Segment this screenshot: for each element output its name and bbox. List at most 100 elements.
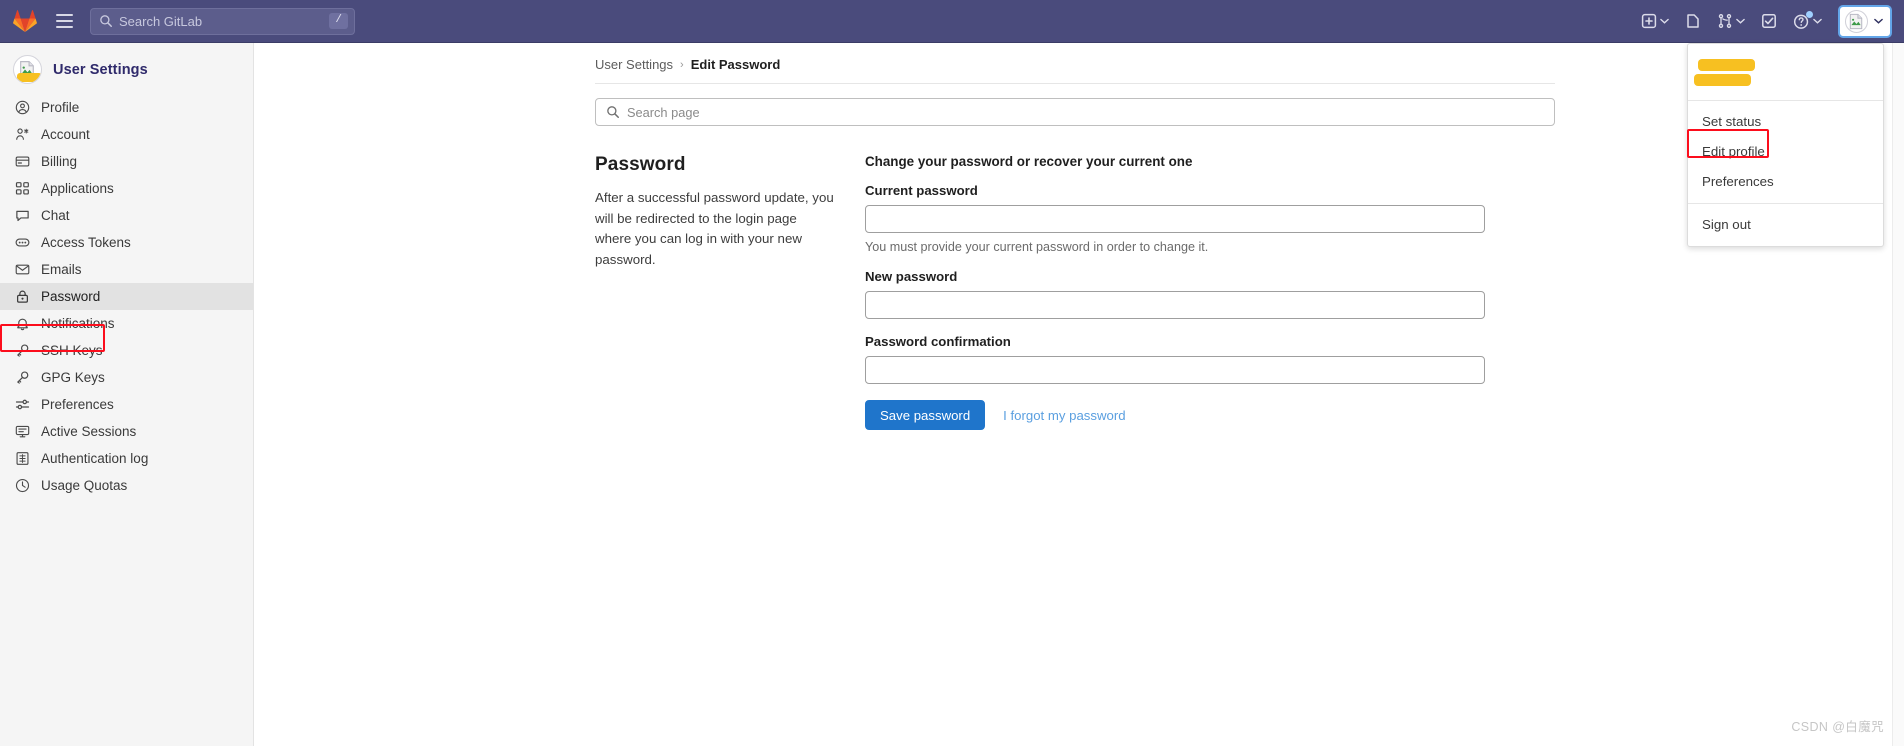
token-dots-icon bbox=[14, 235, 30, 251]
sidebar-item-authentication-log[interactable]: Authentication log bbox=[0, 445, 253, 472]
sidebar-item-label: GPG Keys bbox=[41, 370, 105, 385]
new-password-input[interactable] bbox=[865, 291, 1485, 319]
field-new-password: New password bbox=[865, 269, 1485, 319]
issues-button[interactable] bbox=[1678, 6, 1708, 36]
sidebar-item-label: Profile bbox=[41, 100, 80, 115]
sidebar-item-gpg-keys[interactable]: GPG Keys bbox=[0, 364, 253, 391]
merge-requests-button[interactable] bbox=[1710, 6, 1752, 36]
dropdown-item-set-status[interactable]: Set status bbox=[1688, 107, 1883, 137]
help-notification-dot-icon bbox=[1806, 11, 1813, 18]
plus-square-icon bbox=[1641, 13, 1657, 29]
todo-checkbox-icon bbox=[1762, 14, 1776, 28]
main-content: User Settings › Edit Password Search pag… bbox=[254, 43, 1884, 746]
breadcrumb: User Settings › Edit Password bbox=[595, 57, 1555, 84]
vertical-scrollbar[interactable] bbox=[1892, 43, 1904, 746]
account-key-icon bbox=[14, 127, 30, 143]
settings-section: Password After a successful password upd… bbox=[595, 154, 1595, 430]
chevron-down-icon bbox=[1813, 18, 1822, 24]
section-description-column: Password After a successful password upd… bbox=[595, 154, 865, 430]
user-settings-sidebar: User Settings Profile Account Billing Ap… bbox=[0, 43, 254, 746]
sidebar-item-label: Usage Quotas bbox=[41, 478, 128, 493]
sidebar-item-profile[interactable]: Profile bbox=[0, 94, 253, 121]
sidebar-item-label: Password bbox=[41, 289, 101, 304]
sidebar-item-password[interactable]: Password bbox=[0, 283, 253, 310]
field-password-confirmation: Password confirmation bbox=[865, 334, 1485, 384]
sidebar-item-ssh-keys[interactable]: SSH Keys bbox=[0, 337, 253, 364]
key-icon bbox=[14, 343, 30, 359]
sidebar-item-notifications[interactable]: Notifications bbox=[0, 310, 253, 337]
new-password-label: New password bbox=[865, 269, 958, 284]
merge-request-icon bbox=[1718, 14, 1732, 29]
chevron-down-icon bbox=[1874, 18, 1883, 24]
sidebar-item-applications[interactable]: Applications bbox=[0, 175, 253, 202]
redaction-mark bbox=[17, 73, 41, 82]
sidebar-item-usage-quotas[interactable]: Usage Quotas bbox=[0, 472, 253, 499]
monitor-icon bbox=[14, 424, 30, 440]
sidebar-item-label: Notifications bbox=[41, 316, 115, 331]
forgot-password-link[interactable]: I forgot my password bbox=[1003, 408, 1125, 423]
sidebar-item-label: Access Tokens bbox=[41, 235, 131, 250]
page-title: Password bbox=[595, 154, 686, 175]
dropdown-signout-group: Sign out bbox=[1688, 204, 1883, 246]
breadcrumb-separator: › bbox=[680, 58, 684, 71]
form-actions: Save password I forgot my password bbox=[865, 400, 1485, 430]
password-confirmation-label: Password confirmation bbox=[865, 334, 1011, 349]
search-icon bbox=[607, 106, 619, 118]
sidebar-item-billing[interactable]: Billing bbox=[0, 148, 253, 175]
sidebar-item-label: Emails bbox=[41, 262, 82, 277]
watermark: CSDN @白魔咒 bbox=[1791, 720, 1884, 734]
gitlab-logo-icon[interactable] bbox=[10, 6, 40, 36]
search-placeholder: Search GitLab bbox=[119, 13, 203, 29]
dropdown-user-info bbox=[1688, 44, 1883, 101]
log-list-icon bbox=[14, 451, 30, 467]
user-menu-button[interactable] bbox=[1838, 4, 1892, 38]
sidebar-nav-list: Profile Account Billing Applications Cha… bbox=[0, 94, 253, 499]
applications-grid-icon bbox=[14, 181, 30, 197]
current-password-label: Current password bbox=[865, 183, 978, 198]
form-legend: Change your password or recover your cur… bbox=[865, 154, 1193, 169]
sidebar-item-chat[interactable]: Chat bbox=[0, 202, 253, 229]
sidebar-item-label: Chat bbox=[41, 208, 70, 223]
create-new-button[interactable] bbox=[1634, 6, 1676, 36]
navbar-actions bbox=[1634, 0, 1892, 43]
sidebar-item-label: Applications bbox=[41, 181, 114, 196]
page-search-placeholder: Search page bbox=[627, 104, 700, 120]
breadcrumb-current: Edit Password bbox=[690, 57, 781, 72]
dropdown-menu-group: Set status Edit profile Preferences bbox=[1688, 101, 1883, 203]
page-search-input[interactable]: Search page bbox=[595, 98, 1555, 126]
sidebar-item-preferences[interactable]: Preferences bbox=[0, 391, 253, 418]
redaction-mark bbox=[1698, 59, 1755, 71]
sidebar-item-active-sessions[interactable]: Active Sessions bbox=[0, 418, 253, 445]
chevron-down-icon bbox=[1660, 18, 1669, 24]
dropdown-item-preferences[interactable]: Preferences bbox=[1688, 167, 1883, 197]
dropdown-item-sign-out[interactable]: Sign out bbox=[1688, 210, 1883, 240]
password-confirmation-input[interactable] bbox=[865, 356, 1485, 384]
search-input[interactable]: Search GitLab / bbox=[90, 7, 355, 35]
dropdown-item-edit-profile[interactable]: Edit profile bbox=[1688, 137, 1883, 167]
key-icon bbox=[14, 370, 30, 386]
sidebar-item-label: SSH Keys bbox=[41, 343, 103, 358]
sidebar-header[interactable]: User Settings bbox=[0, 49, 253, 92]
sidebar-item-access-tokens[interactable]: Access Tokens bbox=[0, 229, 253, 256]
todos-button[interactable] bbox=[1754, 6, 1784, 36]
sliders-icon bbox=[14, 397, 30, 413]
breadcrumb-root[interactable]: User Settings bbox=[595, 57, 673, 72]
field-current-password: Current password You must provide your c… bbox=[865, 183, 1485, 254]
search-icon bbox=[100, 15, 112, 27]
sidebar-item-label: Account bbox=[41, 127, 90, 142]
save-password-button[interactable]: Save password bbox=[865, 400, 986, 430]
current-password-input[interactable] bbox=[865, 205, 1485, 233]
issues-icon bbox=[1687, 14, 1699, 28]
bell-icon bbox=[14, 316, 30, 332]
sidebar-item-account[interactable]: Account bbox=[0, 121, 253, 148]
hamburger-menu-icon[interactable] bbox=[48, 6, 80, 36]
help-button[interactable] bbox=[1786, 6, 1829, 36]
envelope-icon bbox=[14, 262, 30, 278]
sidebar-item-emails[interactable]: Emails bbox=[0, 256, 253, 283]
lock-icon bbox=[14, 289, 30, 305]
sidebar-item-label: Active Sessions bbox=[41, 424, 137, 439]
sidebar-avatar bbox=[13, 55, 42, 84]
current-password-hint: You must provide your current password i… bbox=[865, 240, 1209, 254]
credit-card-icon bbox=[14, 154, 30, 170]
sidebar-item-label: Billing bbox=[41, 154, 78, 169]
